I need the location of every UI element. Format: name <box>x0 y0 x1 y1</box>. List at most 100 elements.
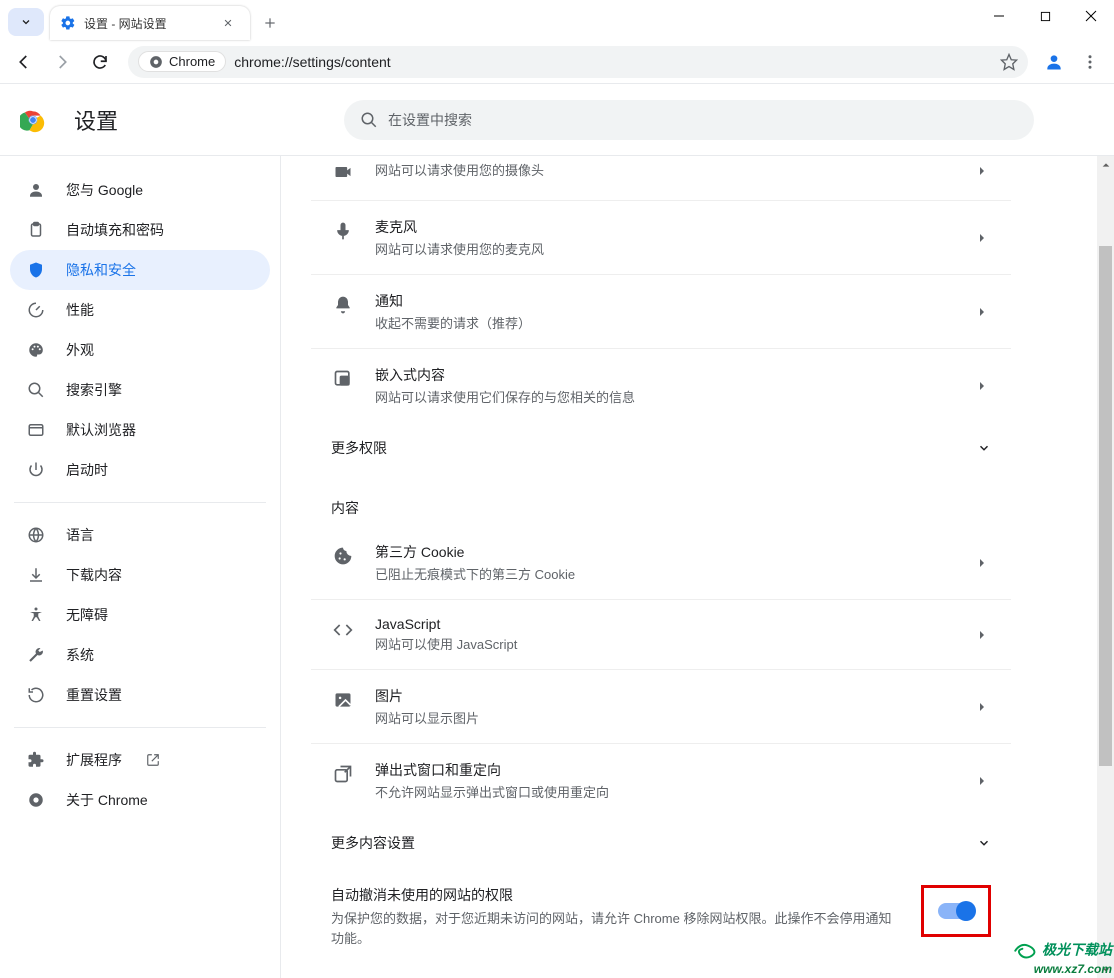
auto-revoke-desc: 为保护您的数据，对于您近期未访问的网站，请允许 Chrome 移除网站权限。此操… <box>331 909 903 948</box>
person-icon <box>26 181 46 199</box>
gear-icon <box>60 15 76 31</box>
sidebar-item-about[interactable]: 关于 Chrome <box>10 780 270 820</box>
row-desc: 网站可以使用 JavaScript <box>375 634 953 653</box>
sidebar-item-appearance[interactable]: 外观 <box>10 330 270 370</box>
row-desc: 网站可以请求使用您的摄像头 <box>375 160 953 179</box>
content-section-label: 内容 <box>311 474 1011 526</box>
browser-titlebar: 设置 - 网站设置 <box>0 0 1114 40</box>
omnibox[interactable]: Chrome chrome://settings/content <box>128 46 1028 78</box>
chevron-down-icon <box>977 441 991 455</box>
appbar-title: 设置 <box>74 104 118 136</box>
popup-icon <box>331 762 355 786</box>
sidebar-label: 关于 Chrome <box>66 790 148 810</box>
window-controls <box>976 0 1114 40</box>
search-placeholder: 在设置中搜索 <box>388 110 472 130</box>
sidebar-separator <box>14 502 266 503</box>
reload-button[interactable] <box>82 44 118 80</box>
sidebar-label: 默认浏览器 <box>66 420 136 440</box>
profile-button[interactable] <box>1038 46 1070 78</box>
sidebar-label: 系统 <box>66 645 94 665</box>
sidebar-item-accessibility[interactable]: 无障碍 <box>10 595 270 635</box>
window-icon <box>26 421 46 439</box>
content-scrollbar[interactable] <box>1097 156 1114 978</box>
row-desc: 已阻止无痕模式下的第三方 Cookie <box>375 564 953 583</box>
bell-icon <box>331 293 355 317</box>
code-icon <box>331 618 355 642</box>
microphone-icon <box>331 219 355 243</box>
sidebar-separator <box>14 727 266 728</box>
sidebar-item-reset[interactable]: 重置设置 <box>10 675 270 715</box>
auto-revoke-highlight-box <box>921 885 991 937</box>
scroll-down-arrow-icon[interactable] <box>1097 961 1114 978</box>
content-row-images[interactable]: 图片网站可以显示图片 <box>311 669 1011 743</box>
auto-revoke-title: 自动撤消未使用的网站的权限 <box>331 885 903 905</box>
embedded-icon <box>331 367 355 391</box>
back-button[interactable] <box>6 44 42 80</box>
permission-row-embedded[interactable]: 嵌入式内容网站可以请求使用它们保存的与您相关的信息 <box>311 348 1011 422</box>
settings-appbar: 设置 在设置中搜索 <box>0 84 1114 156</box>
expander-label: 更多内容设置 <box>331 833 415 853</box>
row-desc: 收起不需要的请求（推荐） <box>375 313 953 332</box>
permission-row-notifications[interactable]: 通知收起不需要的请求（推荐） <box>311 274 1011 348</box>
sidebar-label: 扩展程序 <box>66 750 122 770</box>
window-close-button[interactable] <box>1068 0 1114 32</box>
star-icon[interactable] <box>1000 53 1018 71</box>
more-content-expander[interactable]: 更多内容设置 <box>311 817 1011 869</box>
scrollbar-thumb[interactable] <box>1099 246 1112 766</box>
sidebar-label: 启动时 <box>66 460 108 480</box>
chevron-right-icon <box>973 701 991 713</box>
shield-icon <box>26 261 46 279</box>
sidebar-label: 搜索引擎 <box>66 380 122 400</box>
browser-tab[interactable]: 设置 - 网站设置 <box>50 6 250 40</box>
sidebar-item-system[interactable]: 系统 <box>10 635 270 675</box>
sidebar-item-autofill[interactable]: 自动填充和密码 <box>10 210 270 250</box>
content-row-javascript[interactable]: JavaScript网站可以使用 JavaScript <box>311 599 1011 669</box>
chevron-right-icon <box>973 165 991 177</box>
sidebar-item-search-engine[interactable]: 搜索引擎 <box>10 370 270 410</box>
sidebar-label: 性能 <box>66 300 94 320</box>
forward-button[interactable] <box>44 44 80 80</box>
sidebar-item-languages[interactable]: 语言 <box>10 515 270 555</box>
chrome-icon <box>26 791 46 809</box>
auto-revoke-section: 自动撤消未使用的网站的权限 为保护您的数据，对于您近期未访问的网站，请允许 Ch… <box>311 869 1011 968</box>
more-permissions-expander[interactable]: 更多权限 <box>311 422 1011 474</box>
sidebar-item-privacy[interactable]: 隐私和安全 <box>10 250 270 290</box>
new-tab-button[interactable] <box>256 9 284 37</box>
site-chip[interactable]: Chrome <box>138 51 226 72</box>
scroll-up-arrow-icon[interactable] <box>1097 156 1114 173</box>
chevron-right-icon <box>973 557 991 569</box>
tab-title: 设置 - 网站设置 <box>84 15 212 32</box>
row-title: 第三方 Cookie <box>375 542 953 562</box>
palette-icon <box>26 341 46 359</box>
sidebar-label: 下载内容 <box>66 565 122 585</box>
settings-search-input[interactable]: 在设置中搜索 <box>344 100 1034 140</box>
download-icon <box>26 566 46 584</box>
content-row-cookies[interactable]: 第三方 Cookie 已阻止无痕模式下的第三方 Cookie <box>311 526 1011 599</box>
kebab-menu-button[interactable] <box>1072 44 1108 80</box>
auto-revoke-toggle[interactable] <box>938 903 974 919</box>
power-icon <box>26 461 46 479</box>
accessibility-icon <box>26 606 46 624</box>
image-icon <box>331 688 355 712</box>
row-desc: 不允许网站显示弹出式窗口或使用重定向 <box>375 782 953 801</box>
sidebar-item-downloads[interactable]: 下载内容 <box>10 555 270 595</box>
sidebar-item-extensions[interactable]: 扩展程序 <box>10 740 270 780</box>
close-icon[interactable] <box>220 15 236 31</box>
permission-row-camera[interactable]: 网站可以请求使用您的摄像头 <box>311 156 1011 200</box>
window-minimize-button[interactable] <box>976 0 1022 32</box>
row-title: 图片 <box>375 686 953 706</box>
chevron-right-icon <box>973 306 991 318</box>
sidebar-item-you-and-google[interactable]: 您与 Google <box>10 170 270 210</box>
tabstrip-dropdown-button[interactable] <box>8 8 44 36</box>
sidebar-item-on-startup[interactable]: 启动时 <box>10 450 270 490</box>
sidebar-item-performance[interactable]: 性能 <box>10 290 270 330</box>
window-maximize-button[interactable] <box>1022 0 1068 32</box>
row-desc: 网站可以显示图片 <box>375 708 953 727</box>
row-desc: 网站可以请求使用它们保存的与您相关的信息 <box>375 387 953 406</box>
chrome-logo-icon <box>20 107 46 133</box>
browser-toolbar: Chrome chrome://settings/content <box>0 40 1114 84</box>
permission-row-microphone[interactable]: 麦克风网站可以请求使用您的麦克风 <box>311 200 1011 274</box>
row-title: 通知 <box>375 291 953 311</box>
content-row-popups[interactable]: 弹出式窗口和重定向不允许网站显示弹出式窗口或使用重定向 <box>311 743 1011 817</box>
sidebar-item-default-browser[interactable]: 默认浏览器 <box>10 410 270 450</box>
